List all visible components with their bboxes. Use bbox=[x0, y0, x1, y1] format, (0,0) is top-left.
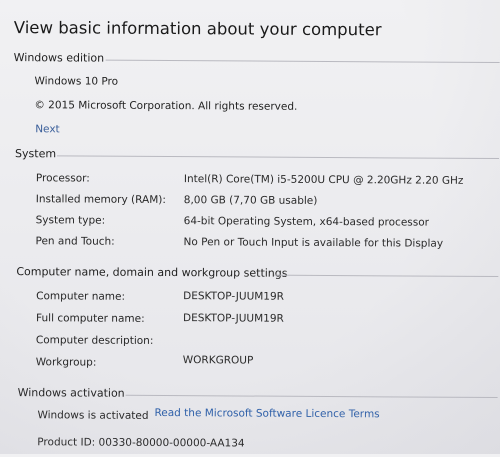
system-type-label: System type: bbox=[35, 214, 106, 227]
system-section-header: System bbox=[0, 147, 500, 166]
pen-touch-value: No Pen or Touch Input is available for t… bbox=[183, 236, 444, 250]
computer-description-label: Computer description: bbox=[35, 334, 154, 347]
workgroup-value: WORKGROUP bbox=[182, 354, 254, 367]
system-type-value: 64-bit Operating System, x64-based proce… bbox=[183, 215, 430, 229]
activation-title: Windows activation bbox=[17, 386, 125, 400]
installed-memory-value: 8,00 GB (7,70 GB usable) bbox=[183, 194, 318, 207]
full-computer-name-value: DESKTOP-JUUM19R bbox=[183, 312, 284, 325]
product-id: Product ID: 00330-80000-00000-AA134 bbox=[37, 436, 245, 450]
computer-name-title: Computer name, domain and workgroup sett… bbox=[16, 265, 288, 280]
processor-value: Intel(R) Core(TM) i5-5200U CPU @ 2.20GHz… bbox=[183, 173, 464, 187]
system-properties-page: View basic information about your comput… bbox=[0, 0, 500, 457]
installed-memory-label: Installed memory (RAM): bbox=[35, 193, 166, 207]
activation-section-header: Windows activation bbox=[0, 386, 498, 405]
workgroup-label: Workgroup: bbox=[35, 356, 97, 369]
windows-edition-section-header: Windows edition bbox=[0, 51, 500, 70]
system-title: System bbox=[15, 147, 57, 161]
copyright-text: © 2015 Microsoft Corporation. All rights… bbox=[34, 99, 298, 113]
windows-edition-divider bbox=[105, 59, 500, 64]
computer-name-divider bbox=[274, 274, 499, 278]
pen-touch-label: Pen and Touch: bbox=[35, 235, 115, 248]
license-terms-link[interactable]: Read the Microsoft Software Licence Term… bbox=[154, 407, 379, 420]
windows-edition-title: Windows edition bbox=[13, 51, 105, 65]
windows-edition-name: Windows 10 Pro bbox=[34, 75, 119, 88]
system-divider bbox=[57, 155, 500, 160]
computer-name-value: DESKTOP-JUUM19R bbox=[183, 290, 285, 303]
activation-status: Windows is activated bbox=[37, 409, 149, 422]
next-link[interactable]: Next bbox=[35, 123, 60, 135]
processor-label: Processor: bbox=[35, 172, 90, 185]
computer-name-section-header: Computer name, domain and workgroup sett… bbox=[0, 265, 499, 284]
activation-divider bbox=[125, 394, 498, 399]
computer-name-label: Computer name: bbox=[36, 290, 126, 303]
page-title: View basic information about your comput… bbox=[13, 18, 382, 40]
full-computer-name-label: Full computer name: bbox=[36, 312, 145, 325]
